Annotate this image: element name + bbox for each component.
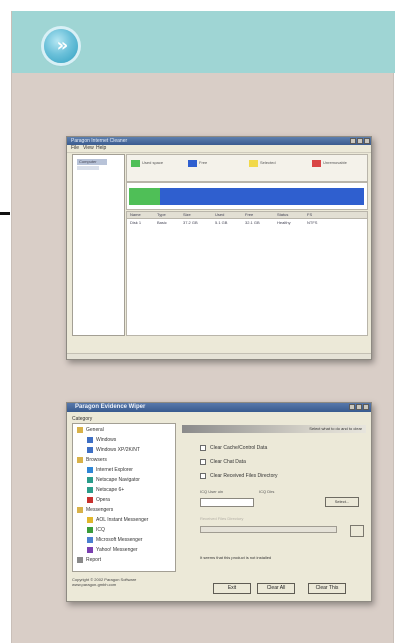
status-message: It seems that this product is not instal… — [200, 555, 272, 560]
legend-label: Used space — [142, 160, 164, 165]
menu-bar: File View Help — [67, 145, 371, 153]
navigation-tree[interactable]: Computer — [72, 154, 125, 336]
checkbox-label: Clear Received Files Directory — [210, 473, 278, 479]
menu-view[interactable]: View — [83, 145, 94, 152]
opera-icon — [87, 497, 93, 503]
select-button[interactable]: Select... — [325, 497, 359, 507]
tree-item-selected[interactable]: Computer — [77, 159, 107, 165]
tree-item[interactable]: Netscape 6+ — [96, 487, 124, 493]
clear-this-button[interactable]: Clear This — [308, 583, 346, 594]
legend-label: Unremovable — [323, 160, 347, 165]
menu-help[interactable]: Help — [96, 145, 106, 152]
status-bar — [67, 353, 371, 359]
tree-item[interactable]: Report — [86, 557, 101, 563]
screenshot-evidence-wiper: Paragon Evidence Wiper Category General W… — [66, 402, 372, 602]
icq-icon — [87, 527, 93, 533]
title-bar: Paragon Internet Cleaner — [67, 137, 371, 145]
header-band: Select what to do and to clear — [182, 425, 366, 433]
column-header[interactable]: FS — [307, 212, 312, 217]
column-header[interactable]: Type — [157, 212, 166, 217]
user-uin-field[interactable] — [200, 498, 254, 507]
partition-free-bar[interactable] — [160, 188, 364, 205]
tree-item[interactable]: Microsoft Messenger — [96, 537, 142, 543]
legend-swatch-unremovable — [312, 160, 321, 167]
menu-file[interactable]: File — [71, 145, 79, 152]
screenshot-disk-tool: Paragon Internet Cleaner File View Help … — [66, 136, 372, 360]
maximize-button[interactable] — [356, 404, 362, 410]
disk-legend: Used space Free Selected Unremovable — [126, 154, 368, 182]
tree-item[interactable]: General — [86, 427, 104, 433]
disabled-label: Received Files Directory — [200, 516, 244, 521]
tree-item[interactable]: Yahoo! Messenger — [96, 547, 138, 553]
folder-icon — [77, 427, 83, 433]
exit-button[interactable]: Exit — [213, 583, 251, 594]
copyright-text: Copyright © 2002 Paragon Software www.pa… — [72, 577, 137, 587]
clear-received-files-checkbox[interactable] — [200, 473, 206, 479]
tree-item[interactable]: Internet Explorer — [96, 467, 133, 473]
ie-icon — [87, 467, 93, 473]
clear-chat-checkbox[interactable] — [200, 459, 206, 465]
yahoo-icon — [87, 547, 93, 553]
tree-item[interactable]: Opera — [96, 497, 110, 503]
window-title: Paragon Internet Cleaner — [71, 138, 128, 144]
close-button[interactable] — [364, 138, 370, 144]
windows-icon — [87, 447, 93, 453]
aim-icon — [87, 517, 93, 523]
clear-all-button[interactable]: Clear All — [257, 583, 295, 594]
legend-swatch-selected — [249, 160, 258, 167]
tree-item[interactable]: ICQ — [96, 527, 105, 533]
title-bar: Paragon Evidence Wiper — [67, 403, 371, 412]
folder-icon — [77, 507, 83, 513]
disk-map[interactable] — [126, 182, 368, 210]
browse-button[interactable] — [350, 525, 364, 537]
column-header[interactable]: Used — [215, 212, 224, 217]
windows-icon — [87, 437, 93, 443]
legend-label: Selected — [260, 160, 276, 165]
tree-item[interactable]: Windows XP/2K/NT — [96, 447, 140, 453]
field-label: ICQ Dirs — [259, 489, 275, 494]
directory-field[interactable] — [200, 526, 337, 533]
teal-header-band: » — [12, 11, 395, 73]
category-label: Category — [72, 416, 93, 422]
tree-item[interactable]: Messengers — [86, 507, 113, 513]
clear-cache-checkbox[interactable] — [200, 445, 206, 451]
checkbox-label: Clear Cache/Control Data — [210, 445, 268, 451]
window-title: Paragon Evidence Wiper — [75, 404, 146, 410]
tree-item[interactable] — [77, 166, 99, 170]
report-icon — [77, 557, 83, 563]
column-header[interactable]: Name — [130, 212, 141, 217]
close-button[interactable] — [363, 404, 369, 410]
legend-swatch-used — [131, 160, 140, 167]
netscape-icon — [87, 487, 93, 493]
tree-item[interactable]: Windows — [96, 437, 116, 443]
tree-item[interactable]: AOL Instant Messenger — [96, 517, 148, 523]
column-header[interactable]: Size — [183, 212, 191, 217]
margin-marker — [0, 212, 10, 215]
column-header[interactable]: Free — [245, 212, 253, 217]
double-chevron-right-icon: » — [44, 29, 78, 63]
magazine-page: » Paragon Internet Cleaner File View Hel… — [11, 11, 395, 643]
checkbox-label: Clear Chat Data — [210, 459, 246, 465]
list-header: Name Type Size Used Free Status FS — [127, 212, 367, 219]
table-row[interactable]: Disk 1 Basic 37.2 GB 5.1 GB 32.1 GB Heal… — [127, 220, 367, 225]
msn-icon — [87, 537, 93, 543]
category-tree[interactable]: General Windows Windows XP/2K/NT Browsers In… — [72, 423, 176, 572]
folder-icon — [77, 457, 83, 463]
minimize-button[interactable] — [349, 404, 355, 410]
tree-item[interactable]: Browsers — [86, 457, 107, 463]
field-label: ICQ User uin — [200, 489, 224, 494]
maximize-button[interactable] — [357, 138, 363, 144]
minimize-button[interactable] — [350, 138, 356, 144]
legend-label: Free — [199, 160, 208, 165]
column-header[interactable]: Status — [277, 212, 288, 217]
netscape-icon — [87, 477, 93, 483]
partition-list[interactable]: Name Type Size Used Free Status FS Disk … — [126, 211, 368, 336]
tree-item[interactable]: Netscape Navigator — [96, 477, 140, 483]
partition-used-bar[interactable] — [129, 188, 160, 205]
legend-swatch-free — [188, 160, 197, 167]
